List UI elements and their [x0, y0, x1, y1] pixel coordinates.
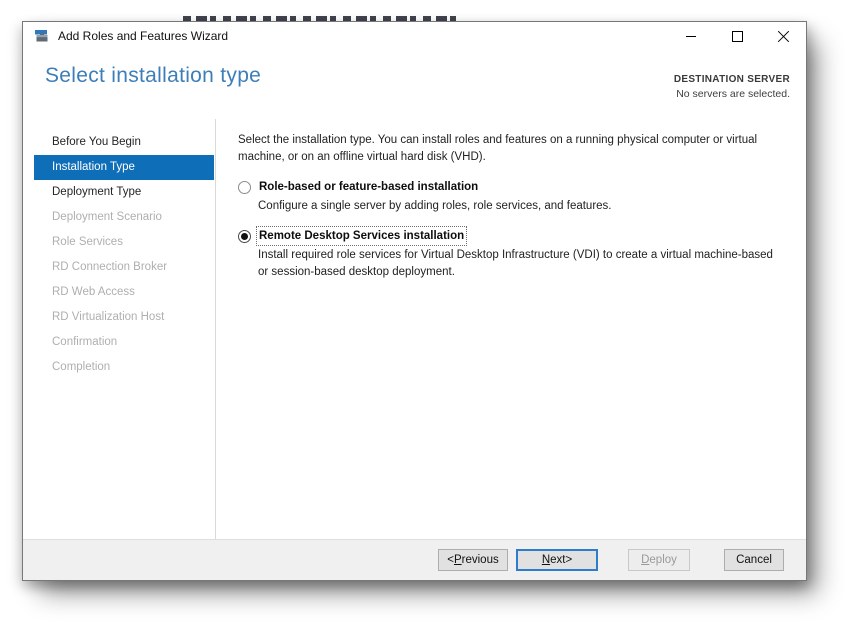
maximize-button[interactable] [714, 22, 760, 50]
nav-item-completion: Completion [52, 361, 111, 373]
destination-server-block: DESTINATION SERVER No servers are select… [674, 74, 790, 100]
nav-item-installation-type[interactable]: Installation Type [34, 155, 214, 180]
option-remote-desktop: Remote Desktop Services installation Ins… [238, 226, 777, 281]
window-title: Add Roles and Features Wizard [58, 29, 229, 43]
close-icon [777, 30, 790, 43]
wizard-footer: < Previous Next > Deploy Cancel [23, 539, 806, 580]
wizard-header: Select installation type DESTINATION SER… [23, 50, 806, 116]
option-remote-desktop-label[interactable]: Remote Desktop Services installation [255, 226, 468, 246]
wizard-nav: Before You Begin Installation Type Deplo… [34, 130, 214, 380]
destination-server-value: No servers are selected. [676, 88, 790, 100]
radio-unselected-icon[interactable] [238, 180, 251, 194]
maximize-icon [731, 30, 743, 42]
page-title: Select installation type [45, 64, 262, 87]
radio-selected-icon[interactable] [238, 229, 251, 243]
option-role-based-label[interactable]: Role-based or feature-based installation [259, 180, 478, 194]
server-manager-icon [35, 30, 48, 42]
option-remote-desktop-description: Install required role services for Virtu… [258, 249, 773, 278]
minimize-icon [686, 35, 696, 37]
nav-item-rd-connection-broker: RD Connection Broker [52, 261, 168, 273]
next-button[interactable]: Next > [516, 549, 598, 571]
nav-item-confirmation: Confirmation [52, 336, 118, 348]
option-role-based: Role-based or feature-based installation… [238, 180, 777, 215]
close-button[interactable] [760, 22, 806, 50]
titlebar: Add Roles and Features Wizard [23, 22, 806, 50]
minimize-button[interactable] [668, 22, 714, 50]
option-role-based-description: Configure a single server by adding role… [258, 200, 612, 212]
wizard-window: Add Roles and Features Wizard Select ins… [22, 21, 807, 581]
nav-item-rd-web-access: RD Web Access [52, 286, 135, 298]
caption-buttons [668, 22, 806, 50]
cancel-button[interactable]: Cancel [724, 549, 784, 571]
previous-button[interactable]: < Previous [438, 549, 508, 571]
nav-item-role-services: Role Services [52, 236, 123, 248]
nav-item-deployment-type[interactable]: Deployment Type [34, 180, 214, 205]
wizard-content: Select the installation type. You can in… [216, 119, 805, 539]
intro-text: Select the installation type. You can in… [238, 134, 758, 163]
nav-item-rd-virtualization-host: RD Virtualization Host [52, 311, 165, 323]
destination-server-label: DESTINATION SERVER [673, 74, 790, 85]
nav-item-deployment-scenario: Deployment Scenario [52, 211, 162, 223]
nav-item-before-you-begin[interactable]: Before You Begin [34, 130, 214, 155]
deploy-button: Deploy [628, 549, 690, 571]
